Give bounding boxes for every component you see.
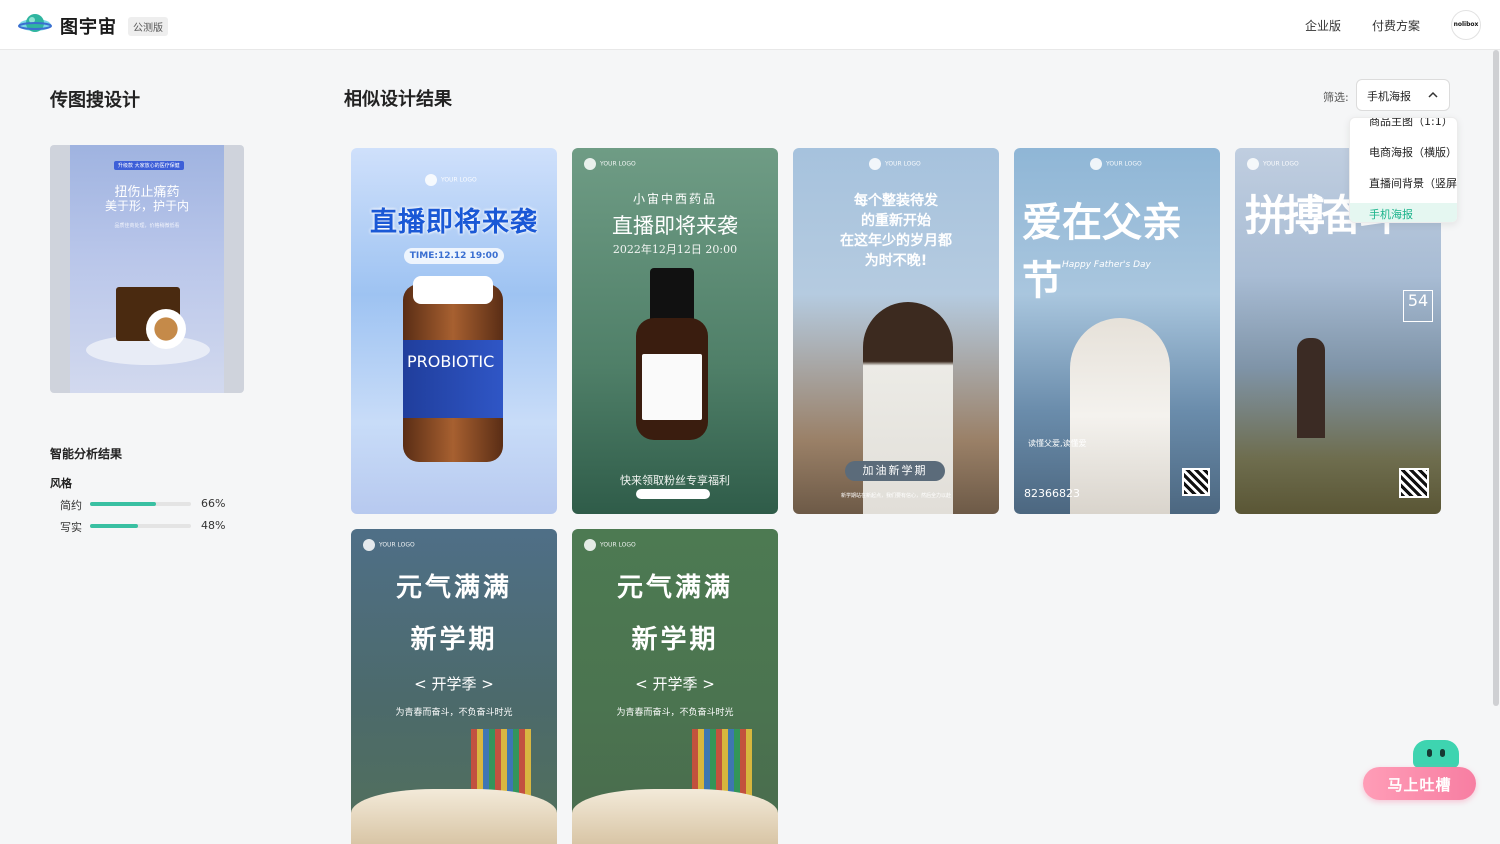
- result-card[interactable]: YOUR LOGO 元气满满 新学期 < 开学季 > 为青春而奋斗，不负奋斗时光: [351, 529, 557, 844]
- left-panel-title: 传图搜设计: [50, 90, 140, 111]
- card-headline: 直播即将来袭: [612, 214, 738, 238]
- card-line: 的重新开始: [861, 213, 931, 229]
- beta-badge: 公测版: [128, 17, 168, 36]
- card-line: 每个整装待发: [854, 193, 938, 209]
- card-logo: YOUR LOGO: [869, 158, 921, 170]
- filter-label: 筛选:: [1323, 91, 1349, 104]
- card-line: 新学期: [410, 625, 498, 655]
- card-line: 元气满满: [395, 573, 512, 603]
- filter-selected-value: 手机海报: [1367, 90, 1411, 103]
- qr-code-icon: [1399, 468, 1429, 498]
- filter-select[interactable]: 手机海报: [1356, 79, 1450, 111]
- card-footnote: 新学期站在新起点，我们要有信心，然后全力以赴: [840, 493, 951, 499]
- card-line: 为时不晚!: [864, 253, 928, 269]
- card-tag: 小宙中西药品: [632, 192, 717, 206]
- person-figure: [1070, 318, 1170, 514]
- result-card[interactable]: YOUR LOGO 元气满满 新学期 < 开学季 > 为青春而奋斗，不负奋斗时光: [572, 529, 778, 844]
- style-percent: 66%: [201, 497, 226, 510]
- style-title: 风格: [50, 477, 72, 490]
- card-logo: YOUR LOGO: [584, 539, 636, 551]
- uploaded-image[interactable]: 升级款 大家放心的医疗保健 扭伤止痛药 美于形，护于内 品质佳商处理，价格稍微低…: [50, 145, 244, 393]
- nav-enterprise[interactable]: 企业版: [1305, 17, 1341, 34]
- card-headline: 直播即将来袭: [370, 207, 538, 238]
- card-line: 元气满满: [616, 573, 733, 603]
- style-label: 写实: [60, 521, 82, 534]
- person-figure: [1297, 338, 1325, 438]
- uploaded-subline: 美于形，护于内: [104, 199, 189, 213]
- filter-option[interactable]: 直播间背景（竖屏）: [1350, 172, 1457, 196]
- result-card[interactable]: YOUR LOGO 每个整装待发 的重新开始 在这年少的岁月都 为时不晚! 加油…: [793, 148, 999, 514]
- bottle-label: [642, 354, 702, 420]
- card-date: 2022年12月12日 20:00: [612, 243, 738, 256]
- page-scrollbar[interactable]: [1493, 50, 1499, 706]
- bottle-cap: [413, 276, 493, 304]
- card-promo: 快来领取粉丝专享福利: [620, 474, 730, 487]
- result-card[interactable]: YOUR LOGO 爱在父亲节 Happy Father's Day 读懂父爱,…: [1014, 148, 1220, 514]
- card-logo: YOUR LOGO: [363, 539, 415, 551]
- card-small-text: 读懂父爱,读懂爱: [1028, 439, 1087, 448]
- qr-code-icon: [1182, 468, 1210, 496]
- style-bar-fill: [90, 502, 156, 506]
- brand-name[interactable]: 图宇宙: [60, 13, 117, 39]
- results-title: 相似设计结果: [344, 89, 452, 110]
- card-line: 新学期: [631, 625, 719, 655]
- open-book: [572, 789, 778, 844]
- card-time: TIME:12.12 19:00: [404, 248, 504, 264]
- bottle-neck: [650, 268, 694, 324]
- filter-option[interactable]: 商品主图（1:1）: [1350, 118, 1457, 134]
- uploaded-image-content: 升级款 大家放心的医疗保健 扭伤止痛药 美于形，护于内 品质佳商处理，价格稍微低…: [70, 145, 224, 393]
- chevron-up-icon: [1428, 91, 1438, 98]
- card-line: 为青春而奋斗，不负奋斗时光: [395, 708, 513, 718]
- card-line: < 开学季 >: [635, 675, 715, 693]
- style-row-simple: 简约 66%: [60, 497, 240, 512]
- card-logo: YOUR LOGO: [584, 158, 636, 170]
- card-line: 在这年少的岁月都: [840, 233, 952, 249]
- filter-option[interactable]: 电商海报（横版）: [1350, 141, 1457, 165]
- filter-option-selected[interactable]: 手机海报: [1350, 203, 1457, 222]
- analysis-title: 智能分析结果: [50, 447, 123, 461]
- result-card[interactable]: YOUR LOGO 直播即将来袭 TIME:12.12 19:00 PROBIO…: [351, 148, 557, 514]
- person-figure: [863, 302, 953, 514]
- uploaded-badge: 升级款 大家放心的医疗保健: [114, 161, 184, 170]
- open-book: [351, 789, 557, 844]
- card-logo: YOUR LOGO: [425, 174, 477, 186]
- filter-dropdown: 商品主图（1:1） 电商海报（横版） 直播间背景（竖屏） 手机海报: [1349, 117, 1458, 223]
- top-header: 图宇宙 公测版 企业版 付费方案 nolibox: [0, 0, 1500, 50]
- planet-logo-icon[interactable]: [18, 11, 52, 37]
- card-line: < 开学季 >: [414, 675, 494, 693]
- tea-cup: [146, 309, 186, 349]
- result-card[interactable]: YOUR LOGO 小宙中西药品 直播即将来袭 2022年12月12日 20:0…: [572, 148, 778, 514]
- card-line: 为青春而奋斗，不负奋斗时光: [616, 708, 734, 718]
- style-bar-fill: [90, 524, 138, 528]
- style-row-realistic: 写实 48%: [60, 519, 240, 534]
- card-phone: 82366823: [1024, 487, 1080, 500]
- nav-pricing[interactable]: 付费方案: [1372, 17, 1420, 34]
- card-number: 54: [1403, 290, 1433, 322]
- feedback-label: 马上吐槽: [1387, 776, 1452, 794]
- user-avatar[interactable]: nolibox: [1451, 10, 1481, 40]
- card-label-text: PROBIOTIC: [407, 352, 495, 371]
- style-bar-track: [90, 502, 191, 506]
- card-search-bar: [636, 489, 710, 499]
- robot-mascot-icon[interactable]: [1413, 740, 1459, 768]
- style-percent: 48%: [201, 519, 226, 532]
- card-subtitle: Happy Father's Day: [1062, 260, 1151, 270]
- style-bar-track: [90, 524, 191, 528]
- card-logo: YOUR LOGO: [1090, 158, 1142, 170]
- card-logo: YOUR LOGO: [1247, 158, 1299, 170]
- card-headline: 爱在父亲节: [1022, 200, 1182, 304]
- card-pill: 加油新学期: [845, 461, 945, 481]
- feedback-button[interactable]: 马上吐槽: [1363, 767, 1476, 800]
- style-label: 简约: [60, 499, 82, 512]
- uploaded-small-text: 品质佳商处理，价格稍微低看: [114, 223, 180, 229]
